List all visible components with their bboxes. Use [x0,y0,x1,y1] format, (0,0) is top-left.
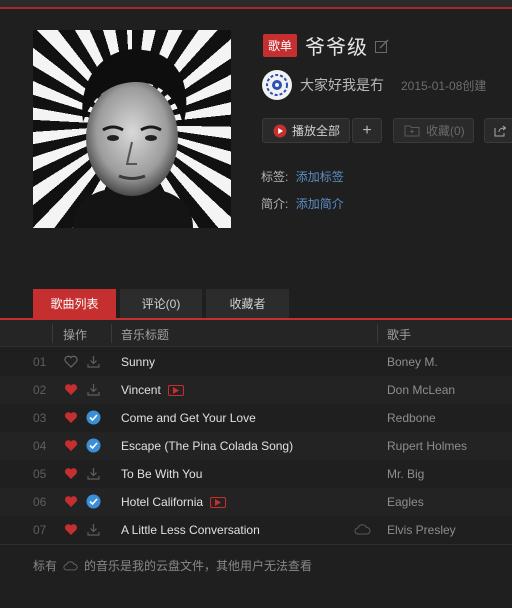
table-row[interactable]: 04 Escape (The Pina Colada Song) Rupert … [0,432,512,460]
song-artist[interactable]: Redbone [387,411,436,425]
download-icon[interactable] [86,382,101,397]
song-title-text: A Little Less Conversation [121,523,260,537]
favorite-button[interactable]: 收藏(0) [393,118,474,143]
cloud-icon [354,524,371,535]
play-all-label: 播放全部 [292,124,341,138]
portrait-image [73,49,193,228]
playlist-header: 歌单 爷爷级 [263,31,390,60]
table-row[interactable]: 01 Sunny Boney M. [0,348,512,376]
column-divider [377,324,378,343]
tab-song-list[interactable]: 歌曲列表 [33,289,116,318]
table-row[interactable]: 02 Vincent Don McLean [0,376,512,404]
song-title-text: Escape (The Pina Colada Song) [121,439,294,453]
download-icon[interactable] [86,466,101,481]
play-icon [273,124,287,137]
heart-filled-icon[interactable] [64,383,78,396]
folder-icon [404,125,420,137]
song-artist[interactable]: Mr. Big [387,467,424,481]
song-title[interactable]: Vincent [121,383,184,397]
download-icon[interactable] [86,354,101,369]
heart-filled-icon[interactable] [64,495,78,508]
column-title[interactable]: 音乐标题 [121,326,169,343]
tab-bar: 歌曲列表 评论(0) 收藏者 [33,289,293,318]
song-artist[interactable]: Boney M. [387,355,438,369]
downloaded-check-icon [86,438,101,453]
column-ops: 操作 [63,328,88,342]
column-divider [52,324,53,343]
song-title-text: Come and Get Your Love [121,411,256,425]
song-title[interactable]: Escape (The Pina Colada Song) [121,439,293,453]
song-title-text: Sunny [121,355,156,369]
share-button[interactable] [484,118,512,143]
table-row[interactable]: 03 Come and Get Your Love Redbone [0,404,512,432]
intro-label: 简介: [261,197,289,211]
creator-info: 大家好我是冇 2015-01-08创建 [262,70,486,100]
track-number: 01 [33,355,47,369]
heart-outline-icon[interactable] [64,355,78,368]
created-date: 2015-01-08创建 [401,78,487,93]
tags-label: 标签: [261,170,289,184]
avatar[interactable] [262,70,292,100]
creator-name[interactable]: 大家好我是冇 [300,75,384,95]
mv-icon[interactable] [210,496,227,508]
cloud-note-text: 的音乐是我的云盘文件，其他用户无法查看 [84,559,313,573]
song-title[interactable]: Come and Get Your Love [121,411,256,425]
favorite-label: 收藏(0) [426,124,465,138]
table-row[interactable]: 07 A Little Less Conversation Elvis Pres… [0,516,512,544]
cloud-note-prefix: 标有 [33,559,58,573]
song-artist[interactable]: Don McLean [387,383,455,397]
heart-filled-icon[interactable] [64,523,78,536]
track-number: 06 [33,495,47,509]
add-intro-link[interactable]: 添加简介 [296,197,344,211]
tags-row: 标签: 添加标签 [261,168,344,185]
playlist-cover [33,30,231,228]
top-bar [0,0,512,9]
table-row[interactable]: 06 Hotel California Eagles [0,488,512,516]
share-icon [494,125,507,136]
cloud-note: 标有 的音乐是我的云盘文件，其他用户无法查看 [0,544,512,574]
playlist-title: 爷爷级 [305,37,369,59]
song-artist[interactable]: Rupert Holmes [387,439,467,453]
download-icon[interactable] [86,522,101,537]
song-title[interactable]: Hotel California [121,495,227,509]
column-divider [111,324,112,343]
song-title-text: Hotel California [121,495,204,509]
song-title[interactable]: To Be With You [121,467,202,481]
creator-avatar-icon [266,74,288,96]
track-number: 04 [33,439,47,453]
song-title[interactable]: Sunny [121,355,155,369]
heart-filled-icon[interactable] [64,467,78,480]
downloaded-check-icon [86,494,101,509]
edit-icon[interactable] [374,38,390,54]
play-all-button[interactable]: 播放全部 [262,118,350,143]
table-row[interactable]: 05 To Be With You Mr. Big [0,460,512,488]
song-list: 01 Sunny Boney M. 02 Vincent Don McLean … [0,348,512,544]
mv-icon[interactable] [167,384,184,396]
track-number: 07 [33,523,47,537]
intro-row: 简介: 添加简介 [261,195,344,212]
track-number: 02 [33,383,47,397]
song-title-text: Vincent [121,383,161,397]
add-to-list-button[interactable]: + [352,118,382,143]
tab-subscribers[interactable]: 收藏者 [206,289,289,318]
playlist-badge: 歌单 [263,34,298,57]
plus-icon: + [362,121,372,139]
track-number: 05 [33,467,47,481]
song-title[interactable]: A Little Less Conversation [121,523,260,537]
cloud-icon [63,560,78,570]
downloaded-check-icon [86,410,101,425]
heart-filled-icon[interactable] [64,439,78,452]
song-artist[interactable]: Eagles [387,495,424,509]
song-title-text: To Be With You [121,467,203,481]
tab-comments[interactable]: 评论(0) [120,289,202,318]
heart-filled-icon[interactable] [64,411,78,424]
song-table-header: 操作 音乐标题 歌手 [0,320,512,347]
track-number: 03 [33,411,47,425]
column-artist[interactable]: 歌手 [387,326,411,343]
song-artist[interactable]: Elvis Presley [387,523,456,537]
add-tags-link[interactable]: 添加标签 [296,170,344,184]
